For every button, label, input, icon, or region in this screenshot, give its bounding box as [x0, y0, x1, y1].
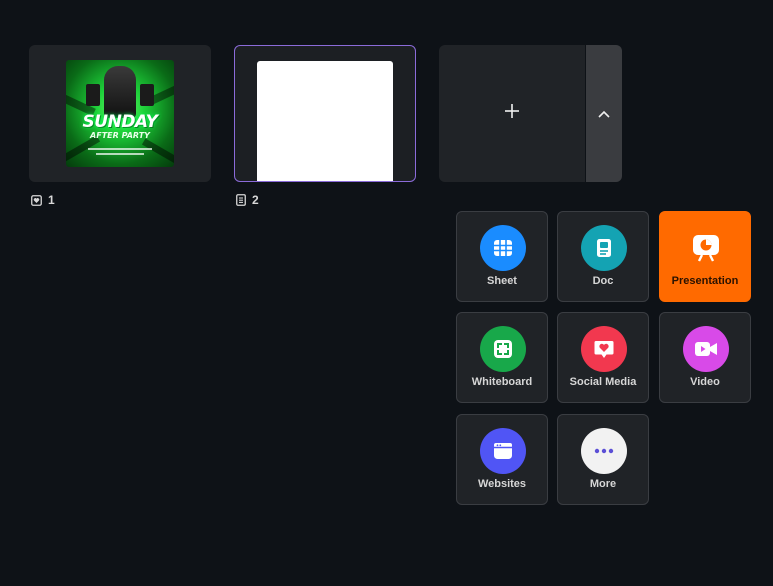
page-thumbnail-2[interactable]: [234, 45, 416, 182]
create-social-media-tile[interactable]: Social Media: [557, 312, 649, 403]
document-icon: [236, 194, 246, 206]
create-presentation-tile[interactable]: Presentation: [659, 211, 751, 302]
flyer-thumbnail: SUNDAY AFTER PARTY: [66, 60, 174, 167]
create-websites-tile[interactable]: Websites: [456, 414, 548, 505]
tile-label: More: [589, 478, 617, 490]
page-label-1: 1: [31, 193, 55, 207]
expand-create-menu-button[interactable]: [586, 45, 622, 182]
chevron-up-icon: [598, 105, 610, 123]
create-more-tile[interactable]: More: [557, 414, 649, 505]
create-doc-tile[interactable]: Doc: [557, 211, 649, 302]
social-media-icon: [581, 326, 627, 372]
whiteboard-icon: [480, 326, 526, 372]
flyer-title: SUNDAY: [82, 112, 158, 132]
tile-label: Video: [690, 376, 720, 388]
speaker-graphic: [140, 84, 154, 106]
page-thumbnail-1[interactable]: SUNDAY AFTER PARTY: [29, 45, 211, 182]
blank-page-preview: [257, 61, 393, 181]
presentation-icon: [683, 225, 729, 271]
create-video-tile[interactable]: Video: [659, 312, 751, 403]
create-sheet-tile[interactable]: Sheet: [456, 211, 548, 302]
more-icon: [581, 428, 627, 474]
tile-label: Doc: [592, 275, 614, 287]
page-number: 2: [252, 193, 259, 207]
plus-icon: [504, 103, 520, 124]
doc-icon: [581, 225, 627, 271]
tile-label: Whiteboard: [471, 376, 533, 388]
flyer-subtitle: AFTER PARTY: [90, 131, 150, 140]
tile-label: Social Media: [569, 376, 637, 388]
video-icon: [683, 326, 729, 372]
design-heart-icon: [31, 194, 42, 206]
tile-label: Websites: [477, 478, 527, 490]
tile-label: Presentation: [671, 275, 739, 287]
sheet-icon: [480, 225, 526, 271]
websites-icon: [480, 428, 526, 474]
page-label-2: 2: [236, 193, 259, 207]
tile-label: Sheet: [487, 275, 517, 287]
create-whiteboard-tile[interactable]: Whiteboard: [456, 312, 548, 403]
add-page-button[interactable]: [439, 45, 585, 182]
speaker-graphic: [86, 84, 100, 106]
dj-figure: [104, 66, 136, 118]
page-number: 1: [48, 193, 55, 207]
